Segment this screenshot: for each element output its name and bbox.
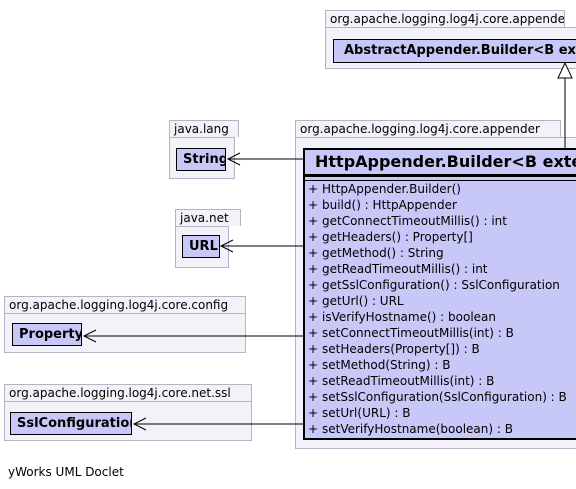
footer-credit: yWorks UML Doclet [8, 465, 124, 479]
relationship-edges [82, 61, 573, 431]
generalization-arrowhead [557, 61, 573, 79]
